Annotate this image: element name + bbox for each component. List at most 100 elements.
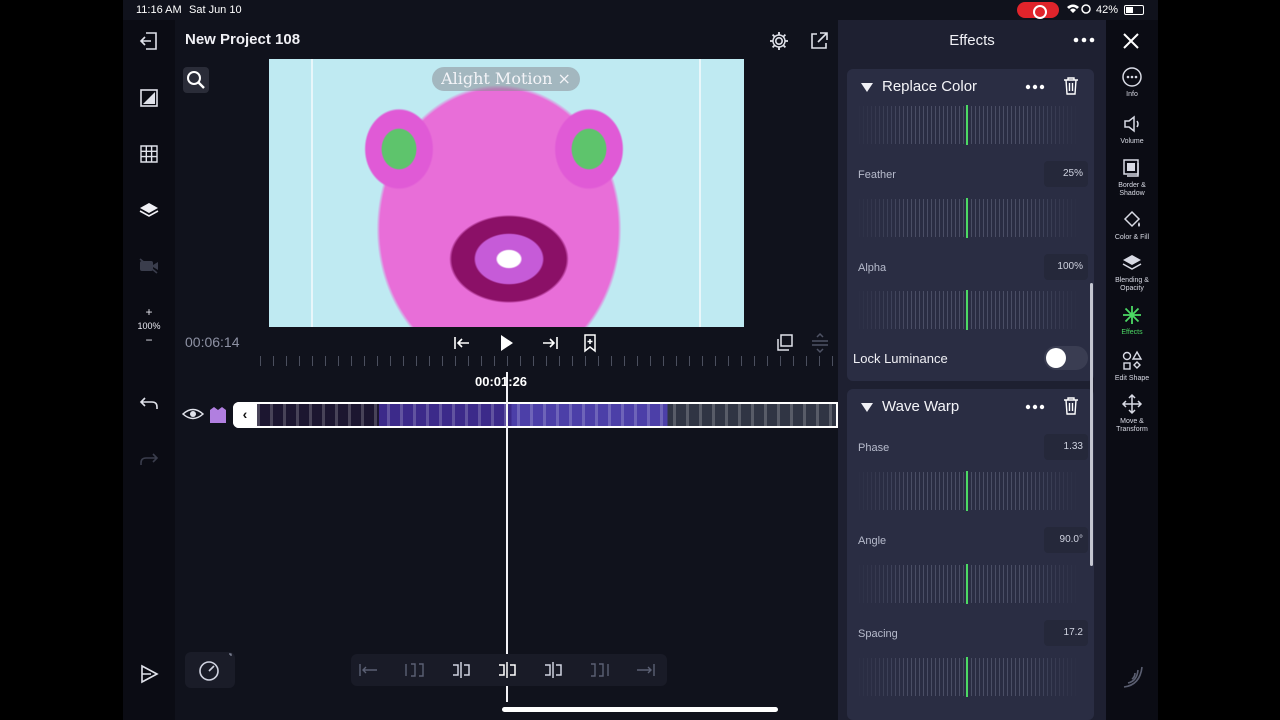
battery-icon bbox=[1124, 5, 1144, 15]
bookmark-button[interactable] bbox=[579, 332, 603, 354]
close-panel-button[interactable] bbox=[1119, 29, 1143, 53]
home-indicator[interactable] bbox=[502, 707, 778, 712]
zoom-control[interactable]: + 100% − bbox=[131, 305, 167, 361]
param-value[interactable]: 100% bbox=[1044, 254, 1088, 280]
dial-indicator bbox=[966, 564, 968, 604]
track-options-button[interactable] bbox=[809, 332, 833, 354]
export-button[interactable] bbox=[134, 659, 164, 689]
aspect-ratio-button[interactable] bbox=[134, 83, 164, 113]
trim-toolbar bbox=[351, 654, 667, 686]
lock-luminance-toggle[interactable] bbox=[1044, 346, 1088, 370]
effect-more-button[interactable] bbox=[1025, 77, 1045, 94]
param-label: Alpha bbox=[858, 262, 887, 274]
trash-icon bbox=[1064, 397, 1078, 415]
eye-icon[interactable] bbox=[181, 406, 205, 427]
zoom-in-button[interactable]: + bbox=[131, 305, 167, 319]
jump-end-button[interactable] bbox=[539, 332, 563, 354]
panel-more-button[interactable] bbox=[1073, 30, 1095, 48]
collapse-triangle-icon[interactable] bbox=[861, 403, 873, 412]
param-value[interactable]: 90.0° bbox=[1044, 527, 1088, 553]
param-value[interactable]: 17.2 bbox=[1044, 620, 1088, 646]
watermark-badge[interactable]: Alight Motion × bbox=[432, 67, 580, 91]
layers-button[interactable] bbox=[134, 195, 164, 225]
jump-start-button[interactable] bbox=[451, 332, 475, 354]
video-clip[interactable] bbox=[233, 402, 838, 428]
undo-icon bbox=[139, 397, 158, 409]
exit-project-button[interactable] bbox=[134, 26, 164, 56]
timeline-ruler[interactable] bbox=[260, 356, 838, 366]
tool-label: Info bbox=[1126, 91, 1138, 98]
param-label: Angle bbox=[858, 535, 887, 547]
tool-label: Effects bbox=[1121, 329, 1143, 336]
tool-border-shadow[interactable]: Border & Shadow bbox=[1106, 157, 1158, 198]
delete-effect-button[interactable] bbox=[1062, 76, 1080, 96]
dial-indicator bbox=[966, 657, 968, 697]
right-toolbar: Info Volume Border & Shadow Color & Fill… bbox=[1106, 20, 1158, 720]
tool-move-transform[interactable]: Move & Transform bbox=[1106, 393, 1158, 434]
redo-button[interactable] bbox=[134, 444, 164, 474]
more-icon bbox=[1073, 37, 1095, 43]
effects-icon bbox=[1123, 306, 1141, 324]
border-shadow-icon bbox=[1123, 159, 1139, 177]
play-button[interactable] bbox=[495, 332, 519, 354]
preview-band bbox=[699, 59, 701, 327]
delete-effect-button[interactable] bbox=[1062, 396, 1080, 416]
trim-start-icon[interactable] bbox=[403, 660, 427, 680]
collapse-triangle-icon[interactable] bbox=[861, 83, 873, 92]
play-icon bbox=[501, 335, 513, 351]
screen-recording-icon bbox=[1017, 2, 1059, 19]
tool-edit-shape[interactable]: Edit Shape bbox=[1106, 350, 1158, 383]
layers-icon bbox=[139, 203, 159, 217]
project-title[interactable]: New Project 108 bbox=[185, 31, 300, 48]
battery-percent: 42% bbox=[1096, 4, 1119, 16]
tool-label: Volume bbox=[1120, 138, 1144, 145]
playhead[interactable] bbox=[506, 372, 508, 702]
share-button[interactable] bbox=[808, 30, 830, 52]
tool-color-fill[interactable]: Color & Fill bbox=[1106, 209, 1158, 242]
exit-icon bbox=[139, 32, 157, 50]
copy-button[interactable] bbox=[774, 332, 798, 354]
param-value[interactable]: 25% bbox=[1044, 161, 1088, 187]
grid-button[interactable] bbox=[134, 139, 164, 169]
tool-volume[interactable]: Volume bbox=[1106, 113, 1158, 146]
trim-left-icon[interactable] bbox=[357, 660, 381, 680]
camera-button[interactable] bbox=[134, 251, 164, 281]
speedometer-icon bbox=[199, 653, 232, 681]
app-window: 11:16 AM Sat Jun 10 42% + 100% − New Pro… bbox=[123, 0, 1158, 720]
param-label: Feather bbox=[858, 169, 896, 181]
trim-end-icon[interactable] bbox=[587, 660, 611, 680]
jump-start-icon bbox=[454, 337, 469, 349]
clip-trim-handle[interactable]: ‹ bbox=[233, 402, 257, 428]
undo-button[interactable] bbox=[134, 388, 164, 418]
split-left-icon[interactable] bbox=[449, 660, 473, 680]
effect-name[interactable]: Replace Color bbox=[882, 78, 977, 95]
dial-indicator bbox=[966, 290, 968, 330]
split-right-icon[interactable] bbox=[541, 660, 565, 680]
tool-blending-opacity[interactable]: Blending & Opacity bbox=[1106, 252, 1158, 293]
param-value[interactable]: 1.33 bbox=[1044, 434, 1088, 460]
magnify-button[interactable] bbox=[183, 67, 209, 93]
settings-button[interactable] bbox=[768, 30, 790, 52]
trash-icon bbox=[1064, 77, 1078, 95]
tool-info[interactable]: Info bbox=[1106, 66, 1158, 99]
panel-scrollbar[interactable] bbox=[1090, 283, 1093, 566]
current-time: 00:06:14 bbox=[185, 334, 240, 350]
speed-button[interactable] bbox=[185, 652, 235, 688]
zoom-out-button[interactable]: − bbox=[131, 333, 167, 347]
status-bar: 11:16 AM Sat Jun 10 42% bbox=[123, 0, 1158, 20]
effect-name[interactable]: Wave Warp bbox=[882, 398, 959, 415]
tool-effects[interactable]: Effects bbox=[1106, 304, 1158, 337]
trim-right-icon[interactable] bbox=[633, 660, 657, 680]
video-preview[interactable] bbox=[269, 59, 744, 327]
color-fill-icon bbox=[1123, 210, 1141, 228]
effect-more-button[interactable] bbox=[1025, 397, 1045, 414]
preview-band bbox=[311, 59, 313, 327]
alight-logo-icon bbox=[1120, 661, 1146, 696]
blending-opacity-icon bbox=[1122, 255, 1142, 270]
aspect-ratio-icon bbox=[140, 89, 158, 107]
split-icon[interactable] bbox=[495, 660, 519, 680]
tool-label: Blending & Opacity bbox=[1115, 277, 1149, 292]
bookmark-icon bbox=[584, 334, 596, 353]
toggle-knob bbox=[1046, 348, 1066, 368]
panel-title: Effects bbox=[949, 32, 995, 49]
